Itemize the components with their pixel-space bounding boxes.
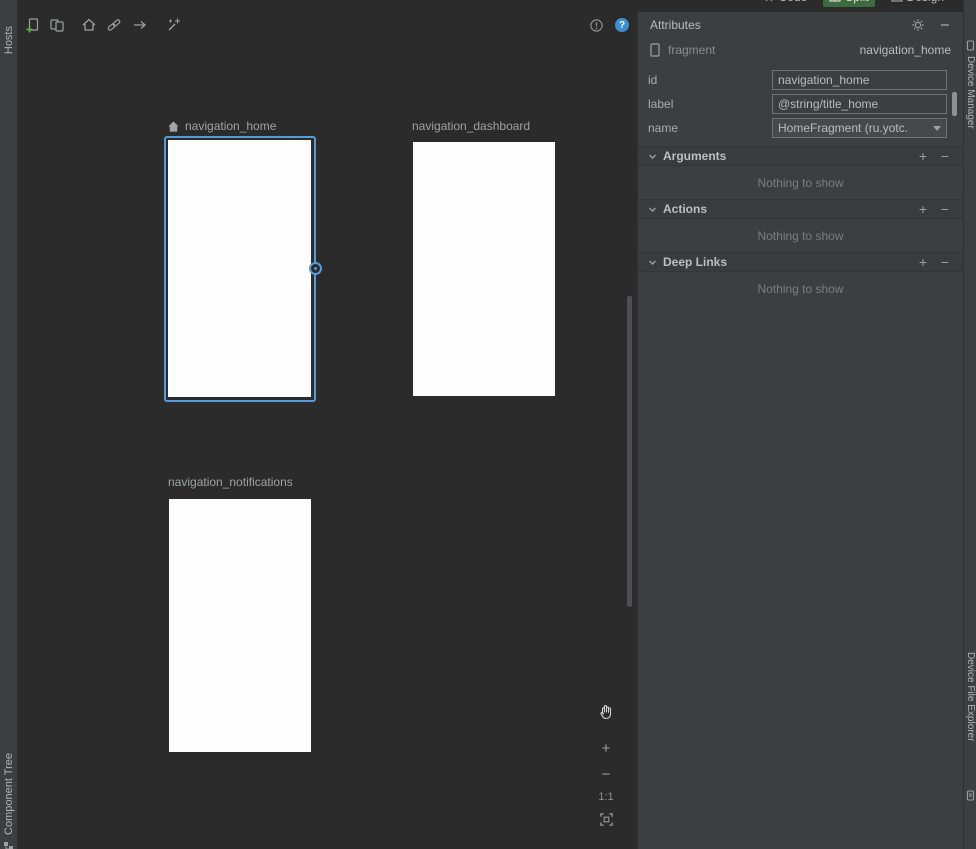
fragment-preview-navigation-home[interactable] <box>168 140 311 397</box>
design-tab-icon <box>891 0 903 3</box>
deep-link-icon[interactable] <box>105 16 123 34</box>
component-tree-icon[interactable] <box>3 841 15 849</box>
fragment-label-text: navigation_dashboard <box>412 119 530 133</box>
remove-action-button[interactable]: − <box>937 202 953 216</box>
action-arrow-icon[interactable] <box>131 16 149 34</box>
canvas-vertical-scrollbar[interactable] <box>627 296 632 607</box>
attributes-panel: Attributes fragment navigation_home id l… <box>637 12 963 849</box>
label-field[interactable] <box>772 94 947 114</box>
attribute-sections: Arguments + − Nothing to show Actions + … <box>638 146 963 305</box>
section-empty-text: Nothing to show <box>638 272 963 305</box>
component-id-label: navigation_home <box>860 43 951 57</box>
device-file-explorer-icon[interactable] <box>965 790 976 801</box>
id-field[interactable] <box>772 70 947 90</box>
section-title: Deep Links <box>663 255 727 269</box>
fragment-label-text: navigation_notifications <box>168 475 293 489</box>
tab-design-label: Design <box>907 0 944 4</box>
attribute-fields: id label name HomeFragment (ru.yotc. <box>638 62 963 140</box>
section-empty-text: Nothing to show <box>638 219 963 252</box>
attributes-panel-title: Attributes <box>650 18 701 32</box>
zoom-level-label[interactable]: 1:1 <box>598 791 613 803</box>
add-action-button[interactable]: + <box>915 202 931 216</box>
remove-argument-button[interactable]: − <box>937 149 953 163</box>
nested-graph-icon[interactable] <box>48 16 66 34</box>
device-manager-icon[interactable] <box>965 40 976 51</box>
tool-button-device-file-explorer[interactable]: Device File Explorer <box>965 652 976 741</box>
field-row-name: name HomeFragment (ru.yotc. <box>638 116 963 140</box>
gear-icon[interactable] <box>911 18 925 32</box>
section-arguments-header[interactable]: Arguments + − <box>638 146 963 166</box>
fragment-icon <box>650 43 660 57</box>
name-dropdown[interactable]: HomeFragment (ru.yotc. <box>772 118 947 138</box>
section-deep-links: Deep Links + − Nothing to show <box>638 252 963 305</box>
fragment-label-navigation-home: navigation_home <box>167 119 276 133</box>
component-type-label: fragment <box>668 43 715 57</box>
tab-split[interactable]: Split <box>823 0 874 7</box>
section-actions: Actions + − Nothing to show <box>638 199 963 252</box>
section-actions-header[interactable]: Actions + − <box>638 199 963 219</box>
tab-code-label: Code <box>779 0 808 4</box>
chevron-down-icon <box>648 205 657 214</box>
issues-indicator-icon[interactable] <box>587 16 605 34</box>
chevron-down-icon <box>933 126 941 131</box>
section-empty-text: Nothing to show <box>638 166 963 199</box>
fragment-preview-navigation-notifications[interactable] <box>169 499 311 752</box>
tab-design[interactable]: Design <box>885 0 950 7</box>
label-field-label: label <box>648 97 772 111</box>
attributes-panel-header: Attributes <box>638 12 963 38</box>
section-title: Arguments <box>663 149 726 163</box>
action-handle[interactable] <box>309 262 322 275</box>
tab-split-label: Split <box>845 0 868 4</box>
start-destination-home-icon <box>167 120 180 133</box>
zoom-controls: + − 1:1 <box>596 702 616 829</box>
section-deep-links-header[interactable]: Deep Links + − <box>638 252 963 272</box>
chevron-down-icon <box>648 152 657 161</box>
split-tab-icon <box>829 0 841 3</box>
attributes-panel-scrollbar[interactable] <box>952 92 957 116</box>
assign-start-destination-button[interactable] <box>80 16 98 34</box>
fragment-label-navigation-notifications: navigation_notifications <box>168 475 293 489</box>
field-row-label: label <box>638 92 963 116</box>
zoom-out-button[interactable]: − <box>596 764 616 784</box>
field-row-id: id <box>638 68 963 92</box>
right-tool-strip: Device Manager Device File Explorer <box>963 0 976 849</box>
zoom-to-fit-icon[interactable] <box>596 809 616 829</box>
editor-mode-tabs: Code Split Design <box>757 0 950 8</box>
section-arguments: Arguments + − Nothing to show <box>638 146 963 199</box>
fragment-preview-navigation-dashboard[interactable] <box>413 142 555 396</box>
left-tool-strip: Hosts Component Tree <box>0 0 18 849</box>
chevron-down-icon <box>648 258 657 267</box>
component-row: fragment navigation_home <box>638 38 963 62</box>
name-dropdown-value: HomeFragment (ru.yotc. <box>778 121 929 135</box>
tab-code[interactable]: Code <box>757 0 814 7</box>
tool-button-device-manager[interactable]: Device Manager <box>965 56 976 129</box>
fragment-label-text: navigation_home <box>185 119 276 133</box>
add-argument-button[interactable]: + <box>915 149 931 163</box>
code-tab-icon <box>763 0 775 3</box>
remove-deep-link-button[interactable]: − <box>937 255 953 269</box>
id-field-label: id <box>648 73 772 87</box>
zoom-in-button[interactable]: + <box>596 738 616 758</box>
help-icon[interactable]: ? <box>613 16 631 34</box>
name-field-label: name <box>648 121 772 135</box>
tool-button-hosts[interactable]: Hosts <box>3 26 15 54</box>
navigation-editor-window: Code Split Design Hosts Component Tree <box>0 0 976 849</box>
auto-arrange-icon[interactable] <box>165 16 183 34</box>
pan-hand-icon[interactable] <box>596 702 616 722</box>
new-destination-button[interactable] <box>24 16 42 34</box>
tool-button-component-tree[interactable]: Component Tree <box>3 753 15 835</box>
hide-panel-icon[interactable] <box>939 19 951 31</box>
section-title: Actions <box>663 202 707 216</box>
add-deep-link-button[interactable]: + <box>915 255 931 269</box>
fragment-label-navigation-dashboard: navigation_dashboard <box>412 119 530 133</box>
